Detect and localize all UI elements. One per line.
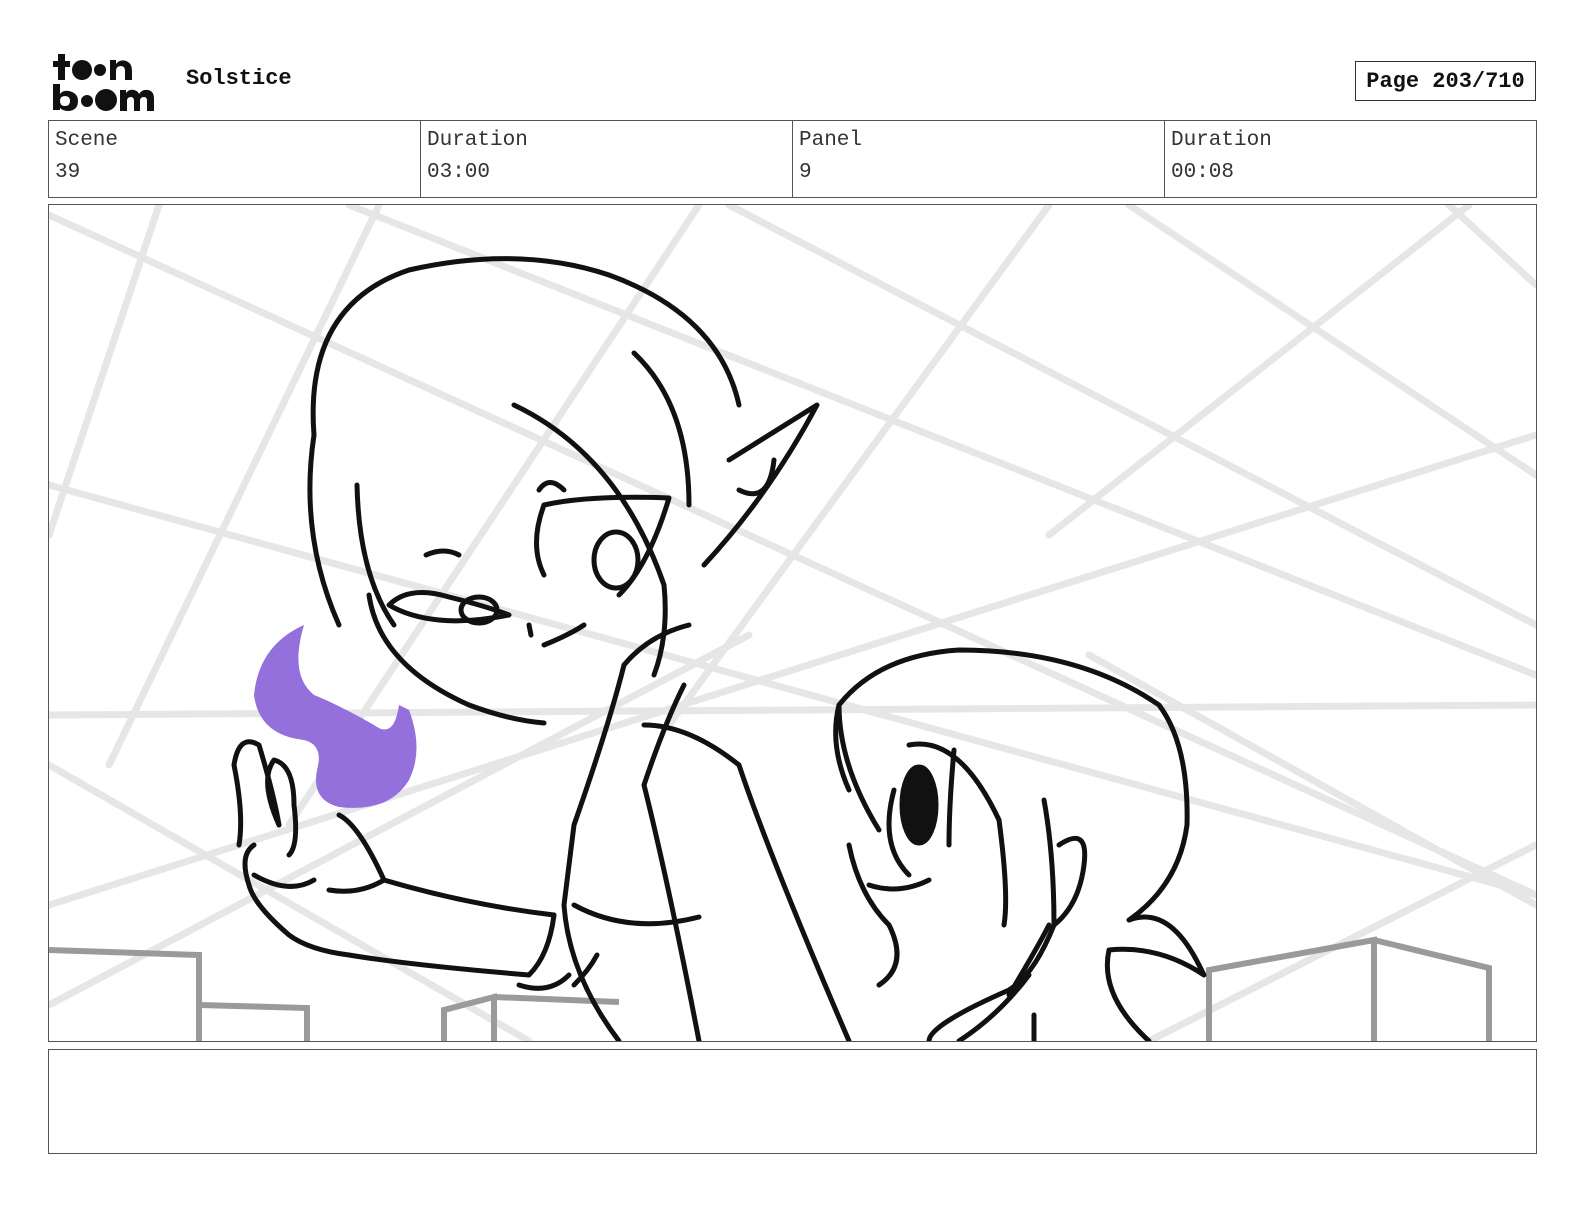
scene-value: 39 (55, 161, 81, 184)
page-indicator-label: Page 203/710 (1366, 68, 1525, 94)
toon-boom-logo-mark (53, 54, 154, 111)
page-indicator: Page 203/710 (1355, 61, 1536, 101)
panel-cell: Panel 9 (793, 121, 1165, 197)
scene-label: Scene (55, 129, 119, 152)
scene-cell: Scene 39 (49, 121, 421, 197)
scene-duration-cell: Duration 03:00 (421, 121, 793, 197)
ceiling-grid (49, 205, 1536, 1041)
storyboard-panel (48, 204, 1537, 1042)
panel-duration-label: Duration (1171, 129, 1272, 152)
panel-info-table: Scene 39 Duration 03:00 Panel 9 Duration… (48, 120, 1537, 198)
panel-value: 9 (799, 161, 812, 184)
scene-duration-value: 03:00 (427, 161, 491, 184)
panel-label: Panel (799, 129, 863, 152)
project-title: Solstice (186, 66, 292, 91)
panel-notes-box (48, 1049, 1537, 1154)
railings (49, 936, 1492, 1041)
storyboard-sketch (49, 205, 1536, 1041)
panel-duration-cell: Duration 00:08 (1165, 121, 1536, 197)
toon-boom-logo (52, 52, 164, 112)
panel-duration-value: 00:08 (1171, 161, 1235, 184)
scene-duration-label: Duration (427, 129, 528, 152)
